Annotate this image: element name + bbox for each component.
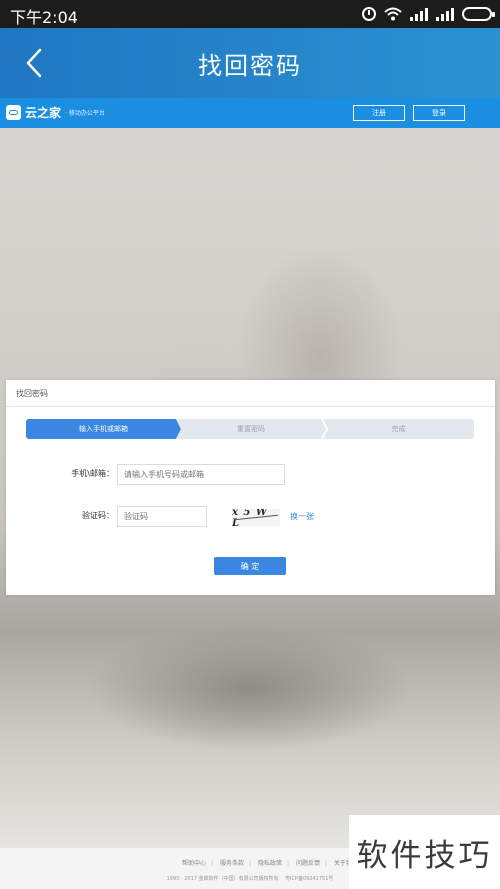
site-header: 云之家 · 移动办公平台 注册 登录	[0, 98, 500, 128]
login-button[interactable]: 登录	[413, 105, 465, 121]
signal-icon-sim1	[410, 7, 428, 21]
captcha-image[interactable]: x 5 W L	[232, 509, 280, 526]
site-logo[interactable]: 云之家 · 移动办公平台	[6, 104, 105, 121]
confirm-button[interactable]: 确 定	[214, 557, 286, 575]
phone-email-input[interactable]	[117, 464, 285, 485]
status-time: 下午2:04	[10, 8, 78, 27]
status-bar: 下午2:04	[0, 0, 500, 28]
alarm-icon	[362, 7, 376, 21]
footer-link-privacy[interactable]: 隐私政策	[258, 860, 282, 867]
wifi-icon	[384, 7, 402, 21]
battery-icon	[462, 7, 495, 21]
progress-steps: 输入手机或邮箱 重置密码 完成	[26, 419, 474, 439]
cloud-logo-icon	[6, 105, 21, 120]
captcha-label: 验证码：	[82, 511, 114, 520]
copyright-text: 1993 - 2017 金蝶软件（中国）有限公司版权所有	[166, 876, 279, 882]
status-icons	[362, 4, 495, 24]
refresh-captcha-link[interactable]: 换一张	[290, 511, 314, 522]
app-bar: 找回密码	[0, 28, 500, 98]
page-title: 找回密码	[198, 52, 302, 80]
step-reset-password: 重置密码	[176, 419, 326, 439]
signal-icon-sim2	[436, 7, 454, 21]
captcha-input[interactable]	[117, 506, 207, 527]
watermark-label: 软件技巧	[349, 815, 500, 889]
card-title: 找回密码	[6, 380, 495, 407]
logo-slogan: · 移动办公平台	[65, 110, 105, 117]
reset-password-card: 找回密码 输入手机或邮箱 重置密码 完成 手机\邮箱： 验证码： x 5 W L…	[6, 380, 495, 595]
footer-link-feedback[interactable]: 问题反馈	[296, 860, 320, 867]
footer-link-help[interactable]: 帮助中心	[182, 860, 206, 867]
step-complete: 完成	[323, 419, 474, 439]
phone-email-label: 手机\邮箱：	[71, 469, 114, 478]
logo-name: 云之家	[25, 106, 62, 120]
step-enter-account: 输入手机或邮箱	[26, 419, 181, 439]
register-button[interactable]: 注册	[353, 105, 405, 121]
icp-text: 粤ICP备05041751号	[284, 876, 334, 882]
footer-link-terms[interactable]: 服务条款	[220, 860, 244, 867]
